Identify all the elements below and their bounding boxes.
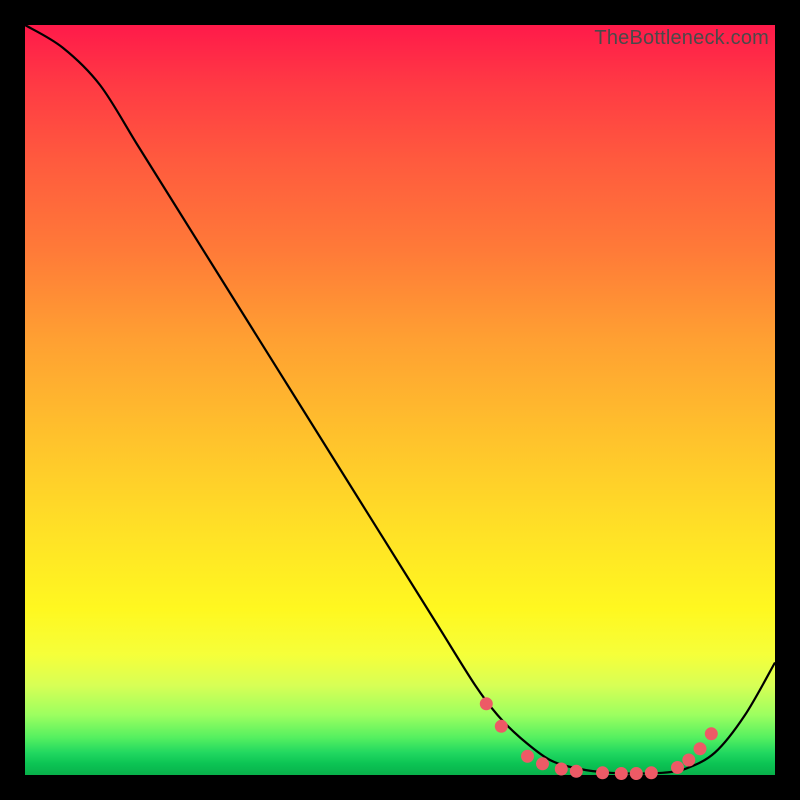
marker-dot bbox=[495, 720, 508, 733]
marker-dot bbox=[480, 697, 493, 710]
marker-dot bbox=[645, 766, 658, 779]
marker-dot bbox=[694, 742, 707, 755]
marker-dot bbox=[555, 763, 568, 776]
marker-dot bbox=[682, 754, 695, 767]
marker-dot bbox=[630, 767, 643, 780]
marker-dot bbox=[521, 750, 534, 763]
curve-markers bbox=[480, 697, 718, 780]
marker-dot bbox=[705, 727, 718, 740]
marker-dot bbox=[671, 761, 684, 774]
marker-dot bbox=[570, 765, 583, 778]
watermark-text: TheBottleneck.com bbox=[594, 27, 769, 50]
chart-frame: TheBottleneck.com bbox=[25, 25, 775, 775]
marker-dot bbox=[536, 757, 549, 770]
chart-svg bbox=[25, 25, 775, 775]
curve-line bbox=[25, 25, 775, 774]
marker-dot bbox=[596, 766, 609, 779]
marker-dot bbox=[615, 767, 628, 780]
